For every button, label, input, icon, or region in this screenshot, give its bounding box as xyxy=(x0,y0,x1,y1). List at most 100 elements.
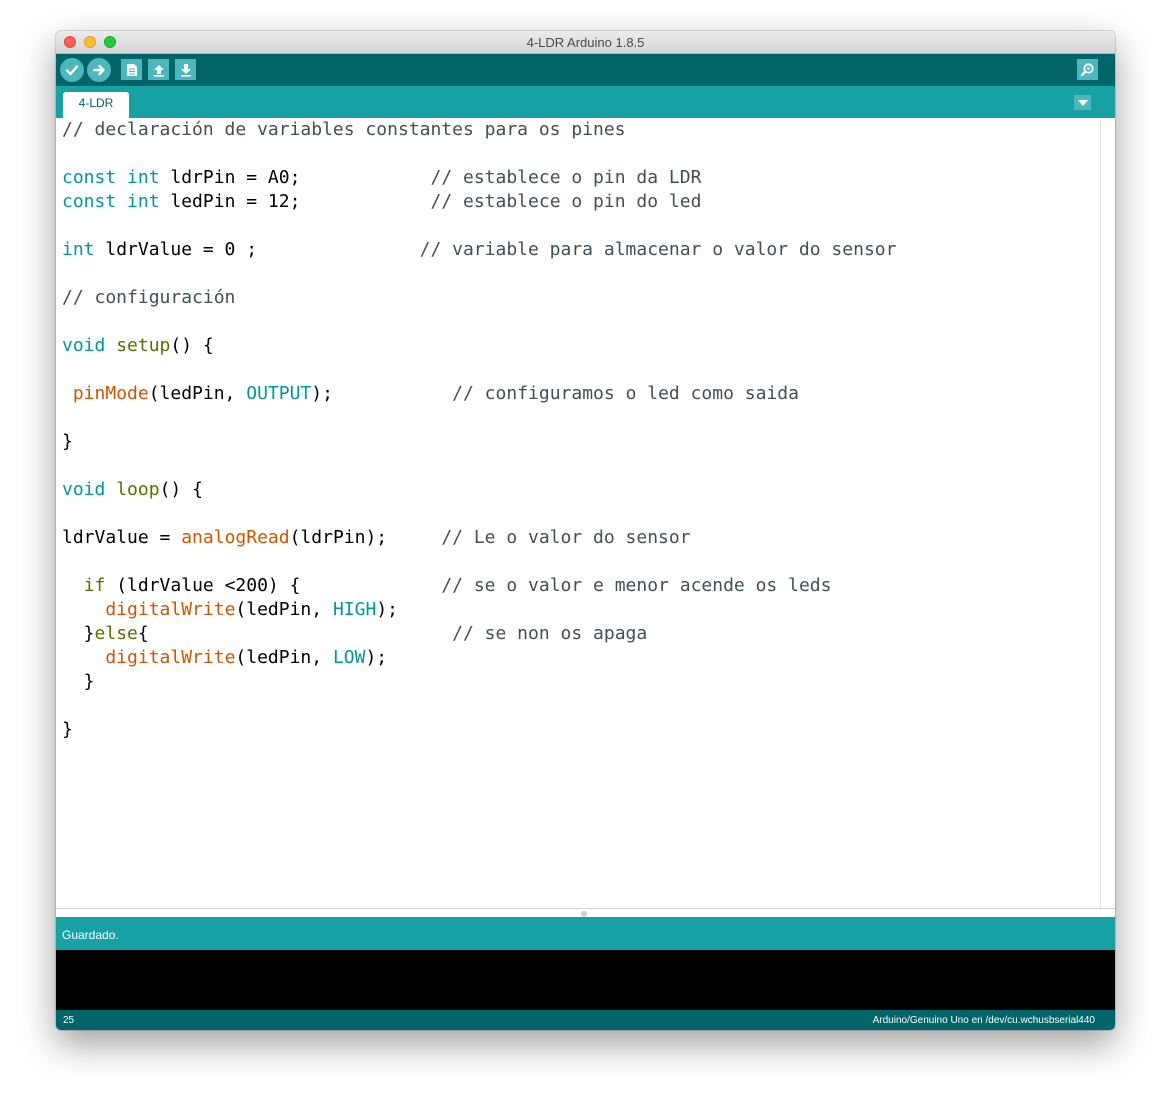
code-token: if xyxy=(83,575,106,596)
arrow-right-icon xyxy=(92,64,105,76)
arduino-ide-window: 4-LDR Arduino 1.8.5 4-LDR // declaración… xyxy=(56,31,1115,1030)
code-token: int xyxy=(127,167,160,188)
code-token: pinMode xyxy=(72,383,149,404)
status-bar: Guardado. xyxy=(56,917,1115,950)
code-line[interactable] xyxy=(62,454,896,478)
code-line[interactable]: } xyxy=(62,718,896,742)
code-token: void xyxy=(62,335,106,356)
serial-monitor-button[interactable] xyxy=(1077,59,1098,80)
save-arrow-down-icon xyxy=(180,63,191,77)
code-line[interactable] xyxy=(62,310,896,334)
new-file-icon xyxy=(126,63,137,76)
code-token: setup xyxy=(116,335,171,356)
code-token: () { xyxy=(159,479,203,500)
open-button[interactable] xyxy=(148,59,169,80)
code-token: ldrPin = A0; xyxy=(159,167,431,188)
code-line[interactable]: // declaración de variables constantes p… xyxy=(62,118,896,142)
check-icon xyxy=(65,65,79,76)
code-token: loop xyxy=(116,479,160,500)
code-token: ); xyxy=(376,599,398,620)
code-line[interactable] xyxy=(62,214,896,238)
code-line[interactable]: digitalWrite(ledPin, HIGH); xyxy=(62,598,896,622)
code-line[interactable]: const int ledPin = 12; // establece o pi… xyxy=(62,190,896,214)
open-arrow-up-icon xyxy=(153,64,164,77)
code-line[interactable] xyxy=(62,406,896,430)
magnifier-icon xyxy=(1080,63,1094,77)
code-token: // Le o valor do sensor xyxy=(441,527,691,548)
code-line[interactable]: void loop() { xyxy=(62,478,896,502)
editor-scrollbar[interactable] xyxy=(1100,118,1115,908)
board-port-info: Arduino/Genuino Uno en /dev/cu.wchusbser… xyxy=(872,1015,1095,1026)
code-line[interactable]: } xyxy=(62,670,896,694)
code-token: const xyxy=(62,191,117,212)
code-line[interactable] xyxy=(62,262,896,286)
code-token: ldrValue = 0 ; xyxy=(94,239,420,260)
code-token: (ledPin, xyxy=(148,383,247,404)
code-token: (ldrValue <200) { xyxy=(105,575,442,596)
console-output[interactable] xyxy=(56,950,1115,1010)
code-token: int xyxy=(127,191,160,212)
upload-button[interactable] xyxy=(87,58,111,82)
code-line[interactable] xyxy=(62,502,896,526)
code-token: // configuración xyxy=(62,287,236,308)
tab-bar: 4-LDR xyxy=(56,86,1115,118)
code-editor[interactable]: // declaración de variables constantes p… xyxy=(56,118,1100,908)
code-line[interactable]: pinMode(ledPin, OUTPUT); // configuramos… xyxy=(62,382,896,406)
verify-button[interactable] xyxy=(60,58,84,82)
code-token: ledPin = 12; xyxy=(159,191,431,212)
code-line[interactable]: int ldrValue = 0 ; // variable para alma… xyxy=(62,238,896,262)
code-line[interactable]: if (ldrValue <200) { // se o valor e men… xyxy=(62,574,896,598)
code-line[interactable]: digitalWrite(ledPin, LOW); xyxy=(62,646,896,670)
code-token: { xyxy=(137,623,453,644)
title-bar[interactable]: 4-LDR Arduino 1.8.5 xyxy=(56,31,1115,54)
code-token: LOW xyxy=(332,647,366,668)
code-line[interactable] xyxy=(62,694,896,718)
code-line[interactable]: ldrValue = analogRead(ldrPin); // Le o v… xyxy=(62,526,896,550)
footer-bar: 25 Arduino/Genuino Uno en /dev/cu.wchusb… xyxy=(56,1010,1115,1030)
new-sketch-button[interactable] xyxy=(121,59,142,80)
code-token: ); xyxy=(311,383,453,404)
code-line[interactable]: const int ldrPin = A0; // establece o pi… xyxy=(62,166,896,190)
code-text[interactable]: // declaración de variables constantes p… xyxy=(62,118,896,742)
code-token: ); xyxy=(365,647,388,668)
code-line[interactable] xyxy=(62,550,896,574)
tab-menu-button[interactable] xyxy=(1074,95,1091,110)
code-token: } xyxy=(62,431,73,452)
code-token: HIGH xyxy=(332,599,377,620)
code-token: (ledPin, xyxy=(235,647,333,668)
code-token: (ldrPin); xyxy=(289,527,442,548)
code-line[interactable]: // configuración xyxy=(62,286,896,310)
code-token: // establece o pin do led xyxy=(430,191,702,212)
pane-divider[interactable] xyxy=(56,908,1115,917)
code-line[interactable] xyxy=(62,142,896,166)
code-token: const xyxy=(62,167,117,188)
code-token: } xyxy=(62,719,73,740)
code-token: else xyxy=(94,623,138,644)
code-token: // se o valor e menor acende os leds xyxy=(441,575,832,596)
code-token: // establece o pin da LDR xyxy=(430,167,702,188)
code-token: digitalWrite xyxy=(105,647,236,668)
code-line[interactable]: void setup() { xyxy=(62,334,896,358)
chevron-down-icon xyxy=(1077,99,1088,106)
code-line[interactable]: } xyxy=(62,430,896,454)
tab-4-ldr[interactable]: 4-LDR xyxy=(63,92,129,118)
code-token: int xyxy=(62,239,95,260)
toolbar xyxy=(56,54,1115,86)
code-token: analogRead xyxy=(181,527,290,548)
code-token: void xyxy=(62,479,106,500)
code-token: digitalWrite xyxy=(105,599,236,620)
save-button[interactable] xyxy=(175,59,196,80)
code-token: ldrValue = xyxy=(62,527,182,548)
code-token: // variable para almacenar o valor do se… xyxy=(419,239,897,260)
code-line[interactable] xyxy=(62,358,896,382)
code-token: // se non os apaga xyxy=(452,623,648,644)
code-line[interactable]: }else{ // se non os apaga xyxy=(62,622,896,646)
line-number: 25 xyxy=(63,1015,75,1026)
code-token: () { xyxy=(170,335,214,356)
